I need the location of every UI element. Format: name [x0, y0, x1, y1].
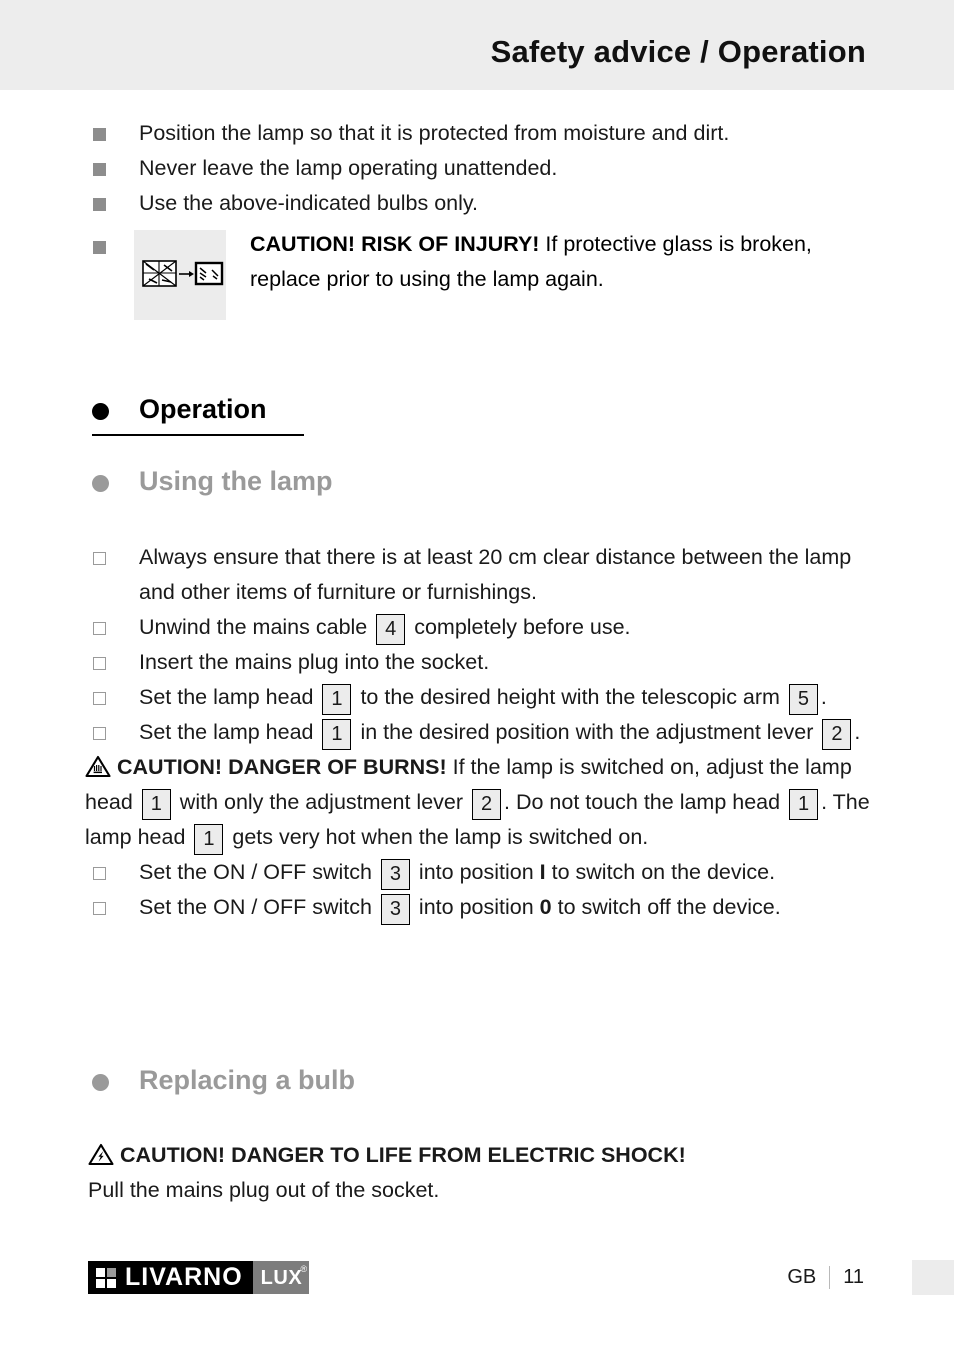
page-edge-tab [912, 1260, 954, 1295]
broken-glass-replacement-pictogram [134, 230, 226, 320]
square-bullet-outline-icon [93, 867, 106, 880]
list-item: Unwind the mains cable 4 completely befo… [85, 610, 875, 645]
section-heading-replacing-a-bulb: Replacing a bulb [85, 1065, 885, 1096]
list-item: Set the ON / OFF switch 3 into position … [85, 890, 875, 925]
reference-number-box: 2 [472, 789, 501, 820]
step-text-pre: Set the ON / OFF switch [139, 895, 378, 919]
square-bullet-outline-icon [93, 622, 106, 635]
step-text-post: . [854, 720, 861, 744]
page-info-divider [829, 1266, 831, 1289]
page-title: Safety advice / Operation [490, 34, 866, 69]
reference-number-box: 5 [788, 684, 818, 715]
step-text-mid: to the desired height with the telescopi… [354, 685, 786, 709]
bullet-dot-icon [92, 475, 109, 492]
logo-primary-label: LIVARNO [125, 1263, 243, 1291]
step-text-post: completely before use. [408, 615, 631, 639]
square-bullet-icon [93, 163, 106, 176]
shock-caution-block: CAUTION! DANGER TO LIFE FROM ELECTRIC SH… [88, 1138, 878, 1208]
using-the-lamp-step-list: Always ensure that there is at least 20 … [85, 540, 875, 925]
step-text-pre: Unwind the mains cable [139, 615, 374, 639]
warning-triangle-hot-surface-icon [85, 754, 111, 778]
list-item: Set the lamp head 1 in the desired posit… [85, 715, 875, 750]
safety-advice-list: Position the lamp so that it is protecte… [85, 116, 885, 320]
bullet-dot-icon [92, 403, 109, 420]
list-item-label: Insert the mains plug into the socket. [139, 650, 490, 674]
shock-caution-heading: CAUTION! DANGER TO LIFE FROM ELECTRIC SH… [120, 1143, 686, 1167]
glass-caution-text: CAUTION! RISK OF INJURY! If protective g… [250, 227, 885, 297]
step-text-mid: into position [412, 860, 540, 884]
shock-caution-body: Pull the mains plug out of the socket. [88, 1178, 440, 1202]
section-heading-label: Operation [139, 394, 267, 424]
bullet-dot-icon [92, 1074, 109, 1091]
step-text-post: . [820, 685, 827, 709]
step-text-pre: Set the ON / OFF switch [139, 860, 378, 884]
square-bullet-outline-icon [93, 727, 106, 740]
logo-black-block: LIVARNO [88, 1261, 253, 1294]
burns-caution-part3: . Do not touch the lamp head [504, 790, 787, 814]
reference-number-box: 1 [141, 789, 171, 820]
step-text-mid: in the desired position with the adjustm… [354, 720, 820, 744]
reference-number-box: 1 [322, 719, 352, 750]
shock-caution-heading-row: CAUTION! DANGER TO LIFE FROM ELECTRIC SH… [88, 1138, 878, 1173]
burns-caution-part2: with only the adjustment lever [173, 790, 469, 814]
step-text-post: to switch on the device. [545, 860, 776, 884]
list-item-label: Position the lamp so that it is protecte… [139, 121, 730, 145]
switch-position-marker: 0 [539, 895, 552, 919]
list-item: Set the ON / OFF switch 3 into position … [85, 855, 875, 890]
reference-number-box: 4 [376, 614, 406, 645]
logo-secondary-label: LUX [260, 1266, 303, 1289]
list-item: Always ensure that there is at least 20 … [85, 540, 875, 610]
square-bullet-outline-icon [93, 657, 106, 670]
reference-number-box: 1 [322, 684, 352, 715]
list-item-label: Always ensure that there is at least 20 … [139, 545, 852, 604]
registered-trademark-icon: ® [300, 1264, 308, 1274]
list-item: Insert the mains plug into the socket. [85, 645, 875, 680]
reference-number-box: 1 [789, 789, 819, 820]
broken-glass-icon-svg [142, 260, 224, 287]
step-text-pre: Set the lamp head [139, 720, 320, 744]
burns-caution-part5: gets very hot when the lamp is switched … [226, 825, 649, 849]
step-text-pre: Set the lamp head [139, 685, 320, 709]
list-item: Never leave the lamp operating unattende… [85, 151, 885, 186]
square-bullet-outline-icon [93, 902, 106, 915]
step-text-mid: into position [412, 895, 540, 919]
livarno-lux-logo: LIVARNO LUX ® [88, 1261, 310, 1294]
country-code-label: GB [787, 1266, 817, 1288]
logo-squares-icon [96, 1267, 116, 1288]
glass-caution-heading: CAUTION! RISK OF INJURY! [250, 232, 540, 256]
section-heading-label: Using the lamp [139, 466, 333, 496]
list-item-label: Never leave the lamp operating unattende… [139, 156, 558, 180]
reference-number-box: 2 [822, 719, 852, 750]
list-item-label: Use the above-indicated bulbs only. [139, 191, 479, 215]
warning-triangle-electric-shock-icon [88, 1142, 114, 1166]
list-item: Use the above-indicated bulbs only. [85, 186, 885, 221]
step-text-post: to switch off the device. [551, 895, 781, 919]
square-bullet-outline-icon [93, 692, 106, 705]
heading-underline [92, 434, 304, 436]
burns-caution-heading: CAUTION! DANGER OF BURNS! [117, 755, 447, 779]
square-bullet-icon [93, 198, 106, 211]
square-bullet-icon [93, 128, 106, 141]
burns-caution-block: CAUTION! DANGER OF BURNS! If the lamp is… [85, 750, 875, 855]
list-item: Set the lamp head 1 to the desired heigh… [85, 680, 875, 715]
list-item: Position the lamp so that it is protecte… [85, 116, 885, 151]
square-bullet-icon [93, 241, 106, 254]
page-info: GB 11 [787, 1266, 864, 1289]
logo-gray-block: LUX ® [252, 1261, 310, 1294]
reference-number-box: 1 [194, 824, 224, 855]
section-heading-operation: Operation [85, 394, 885, 436]
glass-caution-item: CAUTION! RISK OF INJURY! If protective g… [85, 227, 885, 320]
section-heading-using-the-lamp: Using the lamp [85, 466, 885, 497]
page-footer: LIVARNO LUX ® GB 11 [0, 1258, 954, 1318]
reference-number-box: 3 [380, 859, 410, 890]
page-header-band: Safety advice / Operation [0, 0, 954, 90]
page-number-label: 11 [843, 1266, 864, 1288]
square-bullet-outline-icon [93, 552, 106, 565]
section-heading-label: Replacing a bulb [139, 1065, 356, 1095]
reference-number-box: 3 [380, 894, 410, 925]
